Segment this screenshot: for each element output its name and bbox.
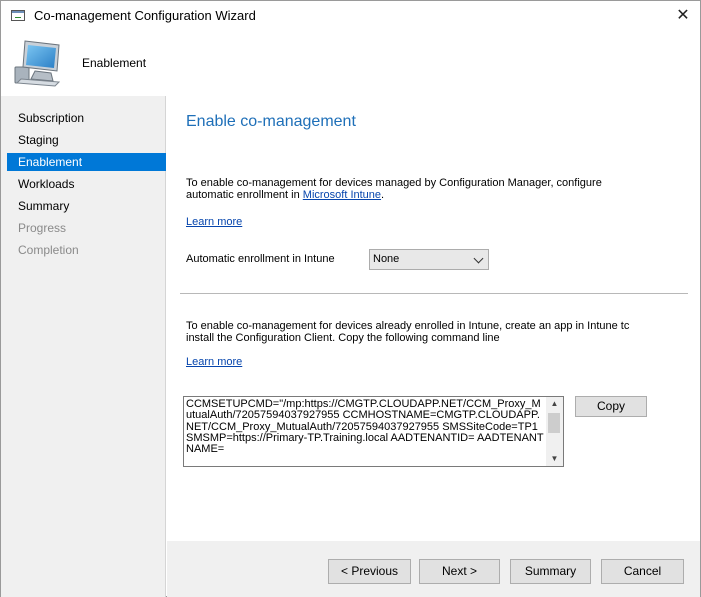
enrollment-description-end: . bbox=[381, 189, 385, 201]
close-button[interactable]: ✕ bbox=[666, 1, 700, 31]
microsoft-intune-link[interactable]: Microsoft Intune bbox=[303, 189, 381, 201]
wizard-window: Co-management Configuration Wizard ✕ Ena… bbox=[0, 0, 701, 597]
section-title: Enable co-management bbox=[186, 113, 356, 130]
scroll-down-icon[interactable]: ▼ bbox=[546, 452, 563, 466]
summary-button[interactable]: Summary bbox=[510, 559, 591, 584]
nav-item-workloads[interactable]: Workloads bbox=[7, 175, 166, 193]
wizard-header: Enablement bbox=[1, 31, 700, 95]
wizard-app-icon bbox=[11, 10, 25, 21]
copy-button[interactable]: Copy bbox=[575, 396, 647, 417]
content-panel bbox=[167, 96, 700, 541]
scroll-thumb[interactable] bbox=[548, 413, 560, 433]
nav-item-completion: Completion bbox=[18, 243, 79, 257]
learn-more-link-intune[interactable]: Learn more bbox=[186, 356, 242, 368]
previous-button[interactable]: < Previous bbox=[328, 559, 411, 584]
nav-item-summary[interactable]: Summary bbox=[7, 197, 166, 215]
auto-enrollment-value: None bbox=[373, 253, 400, 265]
enrollment-description: To enable co-management for devices mana… bbox=[186, 177, 626, 201]
title-bar: Co-management Configuration Wizard ✕ bbox=[1, 1, 700, 31]
nav-item-progress: Progress bbox=[18, 221, 67, 235]
enrollment-description-text: To enable co-management for devices mana… bbox=[186, 177, 602, 201]
section-divider bbox=[180, 293, 688, 294]
command-line-textbox[interactable]: CCMSETUPCMD="/mp:https://CMGTP.CLOUDAPP.… bbox=[183, 396, 564, 467]
intune-description-line-2: install the Configuration Client. Copy t… bbox=[186, 332, 500, 344]
next-button[interactable]: Next > bbox=[419, 559, 500, 584]
auto-enrollment-label: Automatic enrollment in Intune bbox=[186, 253, 335, 265]
cancel-button[interactable]: Cancel bbox=[601, 559, 684, 584]
command-line-scrollbar[interactable]: ▲ ▼ bbox=[546, 397, 563, 466]
computer-icon bbox=[14, 40, 61, 87]
intune-description-line-1: To enable co-management for devices alre… bbox=[186, 320, 630, 332]
command-line-text: CCMSETUPCMD="/mp:https://CMGTP.CLOUDAPP.… bbox=[186, 398, 544, 456]
scroll-up-icon[interactable]: ▲ bbox=[546, 397, 563, 411]
wizard-step-nav bbox=[1, 96, 166, 597]
intune-description: To enable co-management for devices alre… bbox=[186, 320, 636, 344]
chevron-down-icon bbox=[473, 253, 484, 264]
auto-enrollment-dropdown[interactable]: None bbox=[369, 249, 489, 270]
nav-item-subscription[interactable]: Subscription bbox=[7, 109, 166, 127]
nav-item-enablement[interactable]: Enablement bbox=[7, 153, 166, 171]
learn-more-link-enrollment[interactable]: Learn more bbox=[186, 216, 242, 228]
page-heading: Enablement bbox=[82, 56, 147, 70]
window-title: Co-management Configuration Wizard bbox=[34, 8, 256, 23]
nav-item-staging[interactable]: Staging bbox=[7, 131, 166, 149]
